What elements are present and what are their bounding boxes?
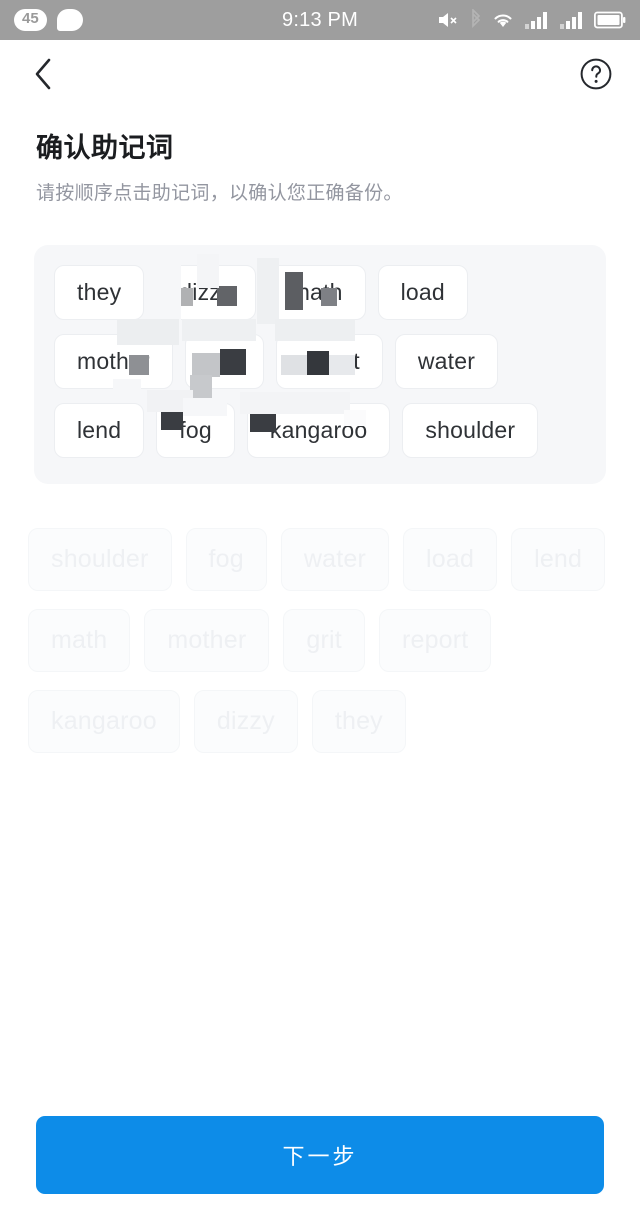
- censor-block: [320, 288, 337, 306]
- word-bank-chip[interactable]: mother: [144, 609, 270, 672]
- censor-block: [217, 286, 238, 306]
- word-bank-chip[interactable]: shoulder: [28, 528, 172, 591]
- help-button[interactable]: [574, 54, 618, 98]
- censor-block: [191, 353, 220, 377]
- censor-block: [284, 272, 303, 310]
- selected-word-chip[interactable]: report: [274, 319, 383, 389]
- selected-mnemonic-panel: they dizzy math load mother grit report water le…: [34, 245, 606, 484]
- censor-block: [151, 256, 182, 326]
- word-bank-chip[interactable]: water: [280, 528, 389, 591]
- page-title: 确认助记词: [36, 133, 174, 163]
- censor-block: [197, 254, 220, 288]
- status-bar: 45 9:13 PM: [0, 0, 640, 40]
- word-bank-chip[interactable]: grit: [283, 609, 365, 672]
- navigation-bar: [0, 40, 640, 112]
- help-circle-icon: [579, 57, 613, 96]
- censor-block: [328, 355, 355, 375]
- word-bank-chip[interactable]: load: [403, 528, 498, 591]
- censor-block: [306, 351, 329, 375]
- censor-block: [219, 349, 246, 375]
- censor-block: [189, 375, 212, 401]
- back-button[interactable]: [22, 54, 66, 98]
- chevron-left-icon: [31, 57, 57, 96]
- censor-block: [280, 355, 307, 375]
- censor-block: [117, 319, 179, 345]
- word-bank-chip[interactable]: fog: [185, 528, 267, 591]
- censor-block: [343, 410, 366, 426]
- censor-block: [161, 408, 184, 430]
- word-bank-chip[interactable]: kangaroo: [28, 690, 180, 753]
- word-bank-chip[interactable]: math: [28, 609, 131, 672]
- censor-block: [181, 319, 256, 341]
- selected-word-chip[interactable]: they: [54, 265, 145, 320]
- censor-block: [274, 319, 355, 341]
- selected-word-chip[interactable]: shoulder: [402, 403, 539, 458]
- censor-block: [249, 406, 276, 432]
- footer-action-area: 下一步: [0, 1116, 640, 1194]
- selected-word-chip[interactable]: lend: [54, 403, 145, 458]
- selected-word-chip[interactable]: mother: [54, 319, 179, 405]
- censor-block: [175, 288, 194, 306]
- selected-word-chip[interactable]: kangaroo: [239, 392, 391, 458]
- censor-block: [183, 398, 228, 416]
- word-bank-chip[interactable]: dizzy: [193, 690, 298, 753]
- selected-word-chip[interactable]: math: [256, 258, 366, 324]
- censor-block: [147, 390, 194, 412]
- censor-block: [256, 258, 279, 324]
- status-bar-clock: 9:13 PM: [282, 8, 358, 31]
- page-header: 确认助记词 请按顺序点击助记词，以确认您正确备份。: [0, 112, 640, 205]
- next-step-button[interactable]: 下一步: [36, 1116, 604, 1194]
- censor-block: [129, 355, 149, 375]
- selected-word-chip[interactable]: dizzy: [151, 254, 256, 326]
- page-subtitle: 请按顺序点击助记词，以确认您正确备份。: [36, 183, 403, 204]
- selected-word-chip[interactable]: load: [377, 265, 468, 320]
- word-bank-chip[interactable]: they: [311, 690, 406, 753]
- word-bank-chip[interactable]: report: [378, 609, 492, 672]
- censor-block: [239, 392, 350, 414]
- selected-word-chip[interactable]: water: [394, 334, 499, 389]
- censor-block: [113, 379, 141, 405]
- selected-word-chip[interactable]: grit: [181, 319, 264, 401]
- word-bank-chip[interactable]: lend: [511, 528, 606, 591]
- mnemonic-word-bank: shoulder fog water load lend math mother grit re…: [28, 528, 612, 753]
- selected-word-chip[interactable]: fog: [147, 390, 235, 458]
